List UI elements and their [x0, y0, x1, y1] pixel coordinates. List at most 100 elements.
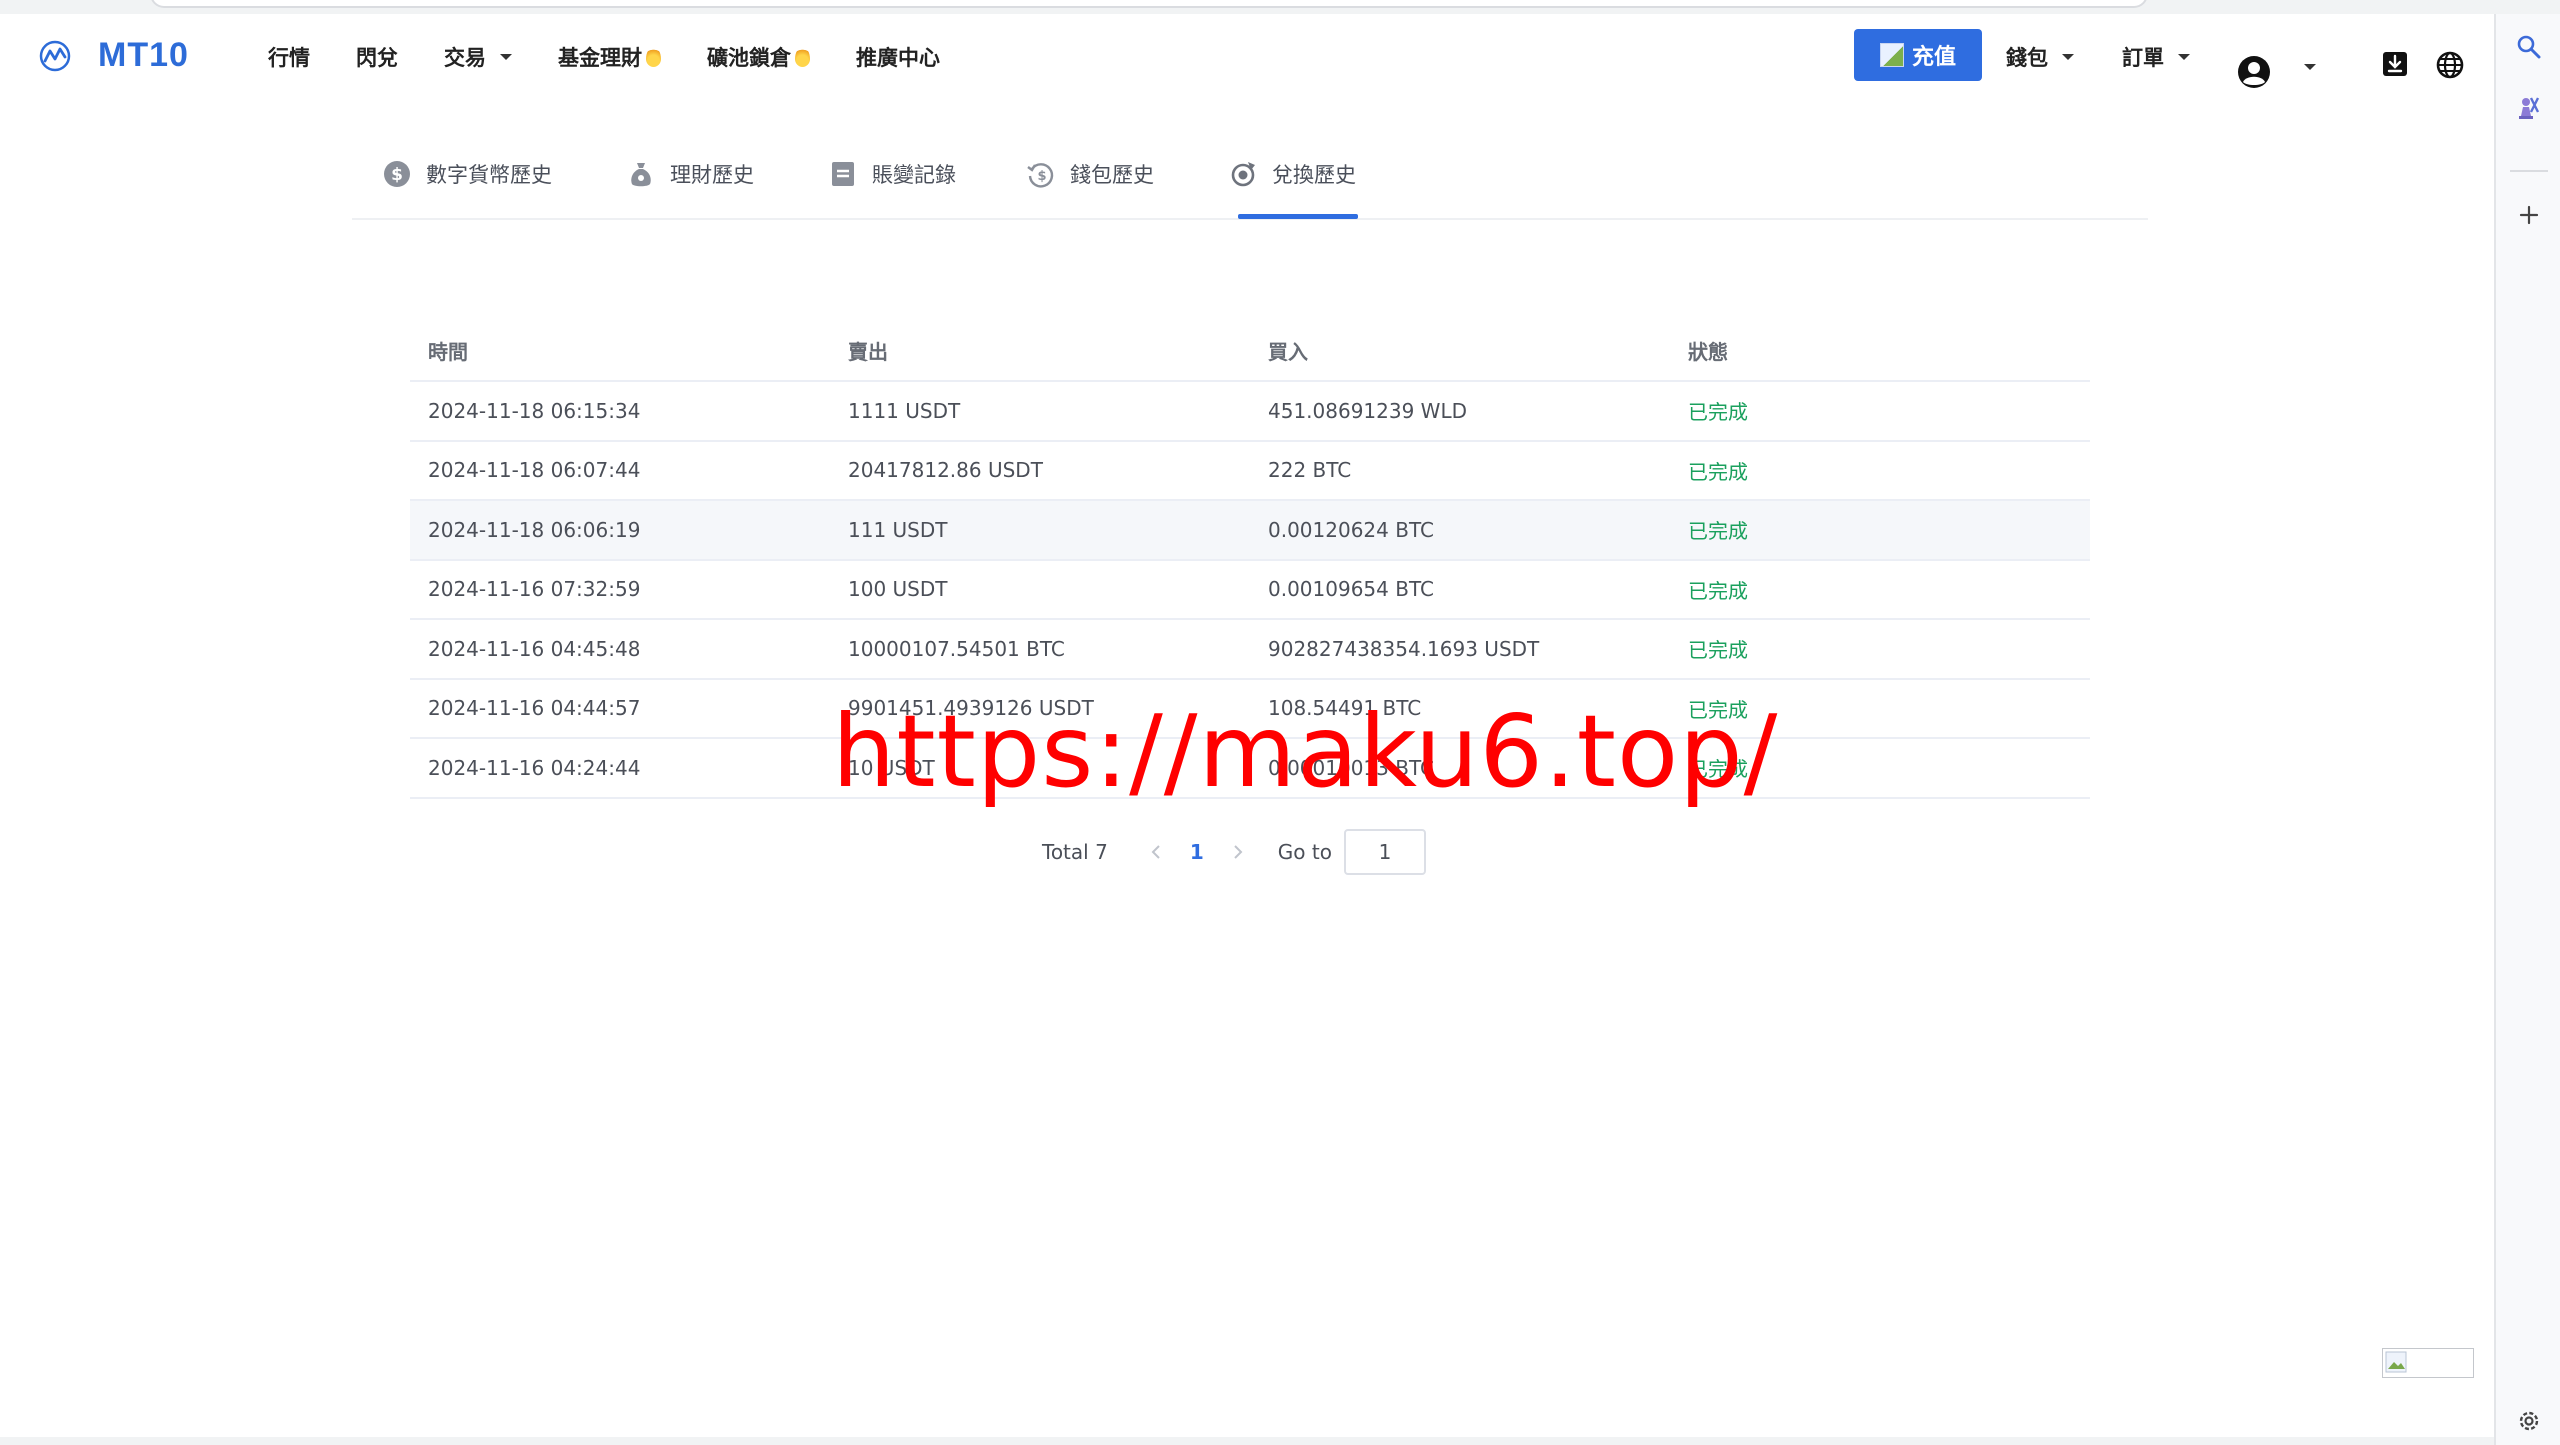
deposit-label: 充值: [1911, 45, 1956, 70]
dollar-circle-icon: $: [384, 161, 410, 187]
money-bag-icon: [631, 163, 651, 187]
goto-label: Go to: [1277, 840, 1332, 864]
tab-label: 數字貨幣歷史: [426, 163, 552, 187]
cell-time: 2024-11-16 04:45:48: [428, 636, 641, 661]
nav-item-3[interactable]: 交易: [444, 42, 512, 72]
deposit-button[interactable]: 充值: [1854, 29, 1982, 81]
tab-exchange-history[interactable]: 兌換歷史: [1228, 128, 1356, 220]
nav-item-label: 閃兌: [356, 45, 398, 70]
cell-status: 已完成: [1688, 519, 1748, 544]
svg-text:$: $: [391, 165, 403, 185]
cell-status: 已完成: [1688, 459, 1748, 484]
nav-item-label: 推廣中心: [856, 45, 940, 70]
download-app-icon[interactable]: [2382, 51, 2408, 77]
brand-logo[interactable]: MT10: [38, 36, 189, 75]
chevron-left-icon[interactable]: [1144, 840, 1168, 864]
cell-buy: 0.00109654 BTC: [1268, 577, 1434, 602]
search-icon[interactable]: [2514, 32, 2544, 62]
tab-label: 兌換歷史: [1272, 163, 1356, 187]
tab-label: 理財歷史: [670, 163, 754, 187]
active-tab-indicator: [1238, 214, 1358, 219]
floating-image[interactable]: [2382, 1348, 2474, 1378]
exchange-icon: [1231, 162, 1255, 187]
plus-icon[interactable]: [2514, 200, 2544, 230]
nav-item-label: 礦池鎖倉: [707, 45, 791, 70]
table-row[interactable]: 2024-11-18 06:15:34 1111 USDT 451.08691239…: [410, 382, 2090, 442]
cell-time: 2024-11-16 07:32:59: [428, 577, 641, 602]
table-row[interactable]: 2024-11-18 06:07:44 20417812.86 USDT 222 B…: [410, 442, 2090, 501]
brand-name: MT10: [98, 36, 189, 74]
table-row[interactable]: 2024-11-18 06:06:19 111 USDT 0.00120624 BT…: [410, 501, 2090, 561]
chevron-right-icon[interactable]: [1226, 840, 1250, 864]
nav-item-1[interactable]: 行情: [268, 42, 310, 72]
page-number-current[interactable]: 1: [1182, 840, 1212, 864]
cell-time: 2024-11-18 06:06:19: [428, 517, 641, 542]
broken-image-icon: [2385, 1351, 2407, 1373]
orders-menu[interactable]: 訂單: [2122, 14, 2190, 99]
browser-address-bar-edge[interactable]: [150, 0, 2148, 8]
nav-item-label: 交易: [444, 45, 486, 70]
cell-time: 2024-11-16 04:44:57: [428, 696, 641, 721]
column-header-buy: 買入: [1268, 339, 1308, 364]
wallet-history-icon: $: [1027, 163, 1054, 188]
main-nav: 行情 閃兌 交易 基金理財 礦池鎖倉 推廣中心: [268, 14, 986, 99]
cell-sell: 100 USDT: [848, 577, 948, 602]
tab-finance-history[interactable]: 理財歷史: [626, 128, 754, 220]
watermark-overlay: https://maku6.top/: [832, 693, 1779, 810]
wallet-menu[interactable]: 錢包: [2006, 14, 2074, 99]
tab-label: 錢包歷史: [1070, 163, 1154, 187]
flame-icon: [646, 46, 661, 67]
gear-icon[interactable]: [2514, 1406, 2544, 1436]
table-header: 時間 賣出 買入 狀態: [410, 320, 2090, 382]
cell-buy: 902827438354.1693 USDT: [1268, 636, 1540, 661]
chevron-down-icon: [500, 53, 512, 60]
cell-status: 已完成: [1688, 578, 1748, 603]
table-row[interactable]: 2024-11-16 07:32:59 100 USDT 0.00109654 BT…: [410, 561, 2090, 620]
table-row[interactable]: 2024-11-16 04:45:48 10000107.54501 BTC 902…: [410, 620, 2090, 680]
chevron-down-icon: [2062, 53, 2074, 60]
nav-item-6[interactable]: 推廣中心: [856, 42, 940, 72]
side-panel-divider: [2510, 170, 2548, 172]
user-avatar-icon[interactable]: [2236, 54, 2272, 90]
browser-side-panel: [2494, 14, 2560, 1445]
cell-buy: 451.08691239 WLD: [1268, 398, 1468, 423]
cell-buy: 222 BTC: [1268, 458, 1352, 483]
cell-time: 2024-11-16 04:24:44: [428, 755, 641, 780]
goto-page-input[interactable]: [1343, 829, 1426, 875]
account-chevron-down-icon[interactable]: [2304, 64, 2316, 70]
brand-logo-icon: [39, 40, 71, 71]
cell-sell: 1111 USDT: [848, 398, 961, 423]
nav-item-label: 基金理財: [558, 45, 642, 70]
tab-crypto-history[interactable]: $ 數字貨幣歷史: [382, 128, 552, 220]
pagination: Total 7 1 Go to: [1042, 828, 1426, 876]
cell-status: 已完成: [1688, 400, 1748, 425]
cell-buy: 0.00120624 BTC: [1268, 517, 1434, 542]
tab-label: 賬變記錄: [872, 163, 956, 187]
total-count: Total 7: [1042, 840, 1108, 864]
column-header-time: 時間: [428, 339, 468, 364]
orders-label: 訂單: [2122, 45, 2164, 70]
chess-piece-icon[interactable]: [2514, 92, 2544, 122]
cell-sell: 10000107.54501 BTC: [848, 636, 1065, 661]
chevron-down-icon: [2178, 53, 2190, 60]
flame-icon: [795, 46, 810, 67]
language-globe-icon[interactable]: [2436, 51, 2464, 79]
nav-item-2[interactable]: 閃兌: [356, 42, 398, 72]
wallet-label: 錢包: [2006, 45, 2048, 70]
cell-sell: 111 USDT: [848, 517, 948, 542]
cell-time: 2024-11-18 06:15:34: [428, 398, 641, 423]
nav-item-5[interactable]: 礦池鎖倉: [707, 42, 810, 72]
browser-bottom-strip: [0, 1437, 2494, 1445]
history-tabs: $ 數字貨幣歷史 理財歷史 賬變記錄 $ 錢包歷史 兌換歷史: [352, 128, 2148, 220]
broken-image-icon: [1879, 43, 1904, 67]
tab-account-changes[interactable]: 賬變記錄: [828, 128, 956, 220]
cell-time: 2024-11-18 06:07:44: [428, 458, 641, 483]
column-header-status: 狀態: [1688, 339, 1728, 364]
page: MT10 行情 閃兌 交易 基金理財 礦池鎖倉 推廣中心 充值 錢包 訂單 $ …: [0, 14, 2494, 1437]
nav-item-4[interactable]: 基金理財: [558, 42, 661, 72]
nav-item-label: 行情: [268, 45, 310, 70]
column-header-sell: 賣出: [848, 339, 888, 364]
tab-wallet-history[interactable]: $ 錢包歷史: [1026, 128, 1154, 220]
svg-text:$: $: [1037, 169, 1046, 184]
top-header: MT10 行情 閃兌 交易 基金理財 礦池鎖倉 推廣中心 充值 錢包 訂單: [0, 14, 2494, 99]
